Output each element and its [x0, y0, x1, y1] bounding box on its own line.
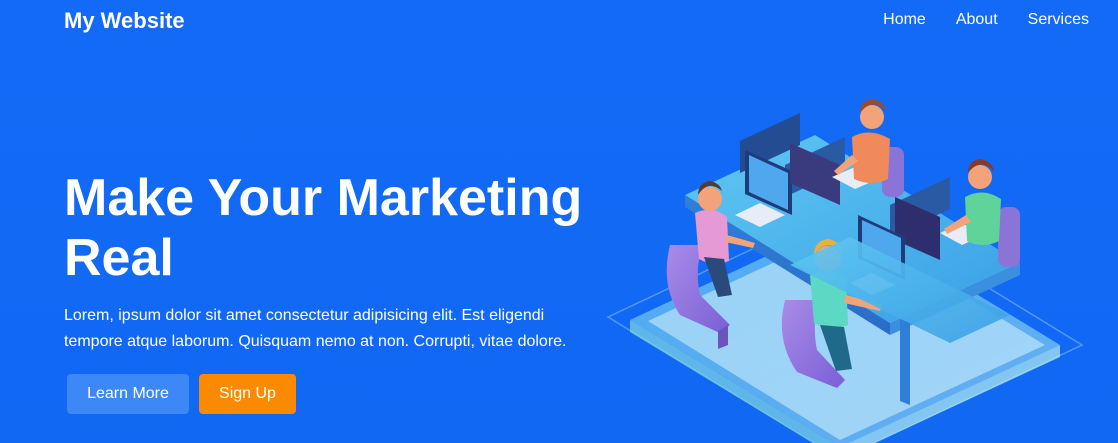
nav-services-link[interactable]: Services [1028, 10, 1089, 30]
site-logo[interactable]: My Website [64, 8, 185, 34]
sign-up-button[interactable]: Sign Up [199, 374, 296, 414]
landing-page: My Website Home About Services Make Your… [0, 0, 1118, 443]
main-nav: Home About Services [883, 10, 1089, 30]
nav-about-link[interactable]: About [956, 10, 998, 30]
office-workers-illustration [606, 99, 1084, 443]
hero-title: Make Your Marketing Real [64, 169, 583, 287]
learn-more-button[interactable]: Learn More [67, 374, 189, 414]
hero-description: Lorem, ipsum dolor sit amet consectetur … [64, 307, 567, 350]
nav-home-link[interactable]: Home [883, 10, 926, 30]
